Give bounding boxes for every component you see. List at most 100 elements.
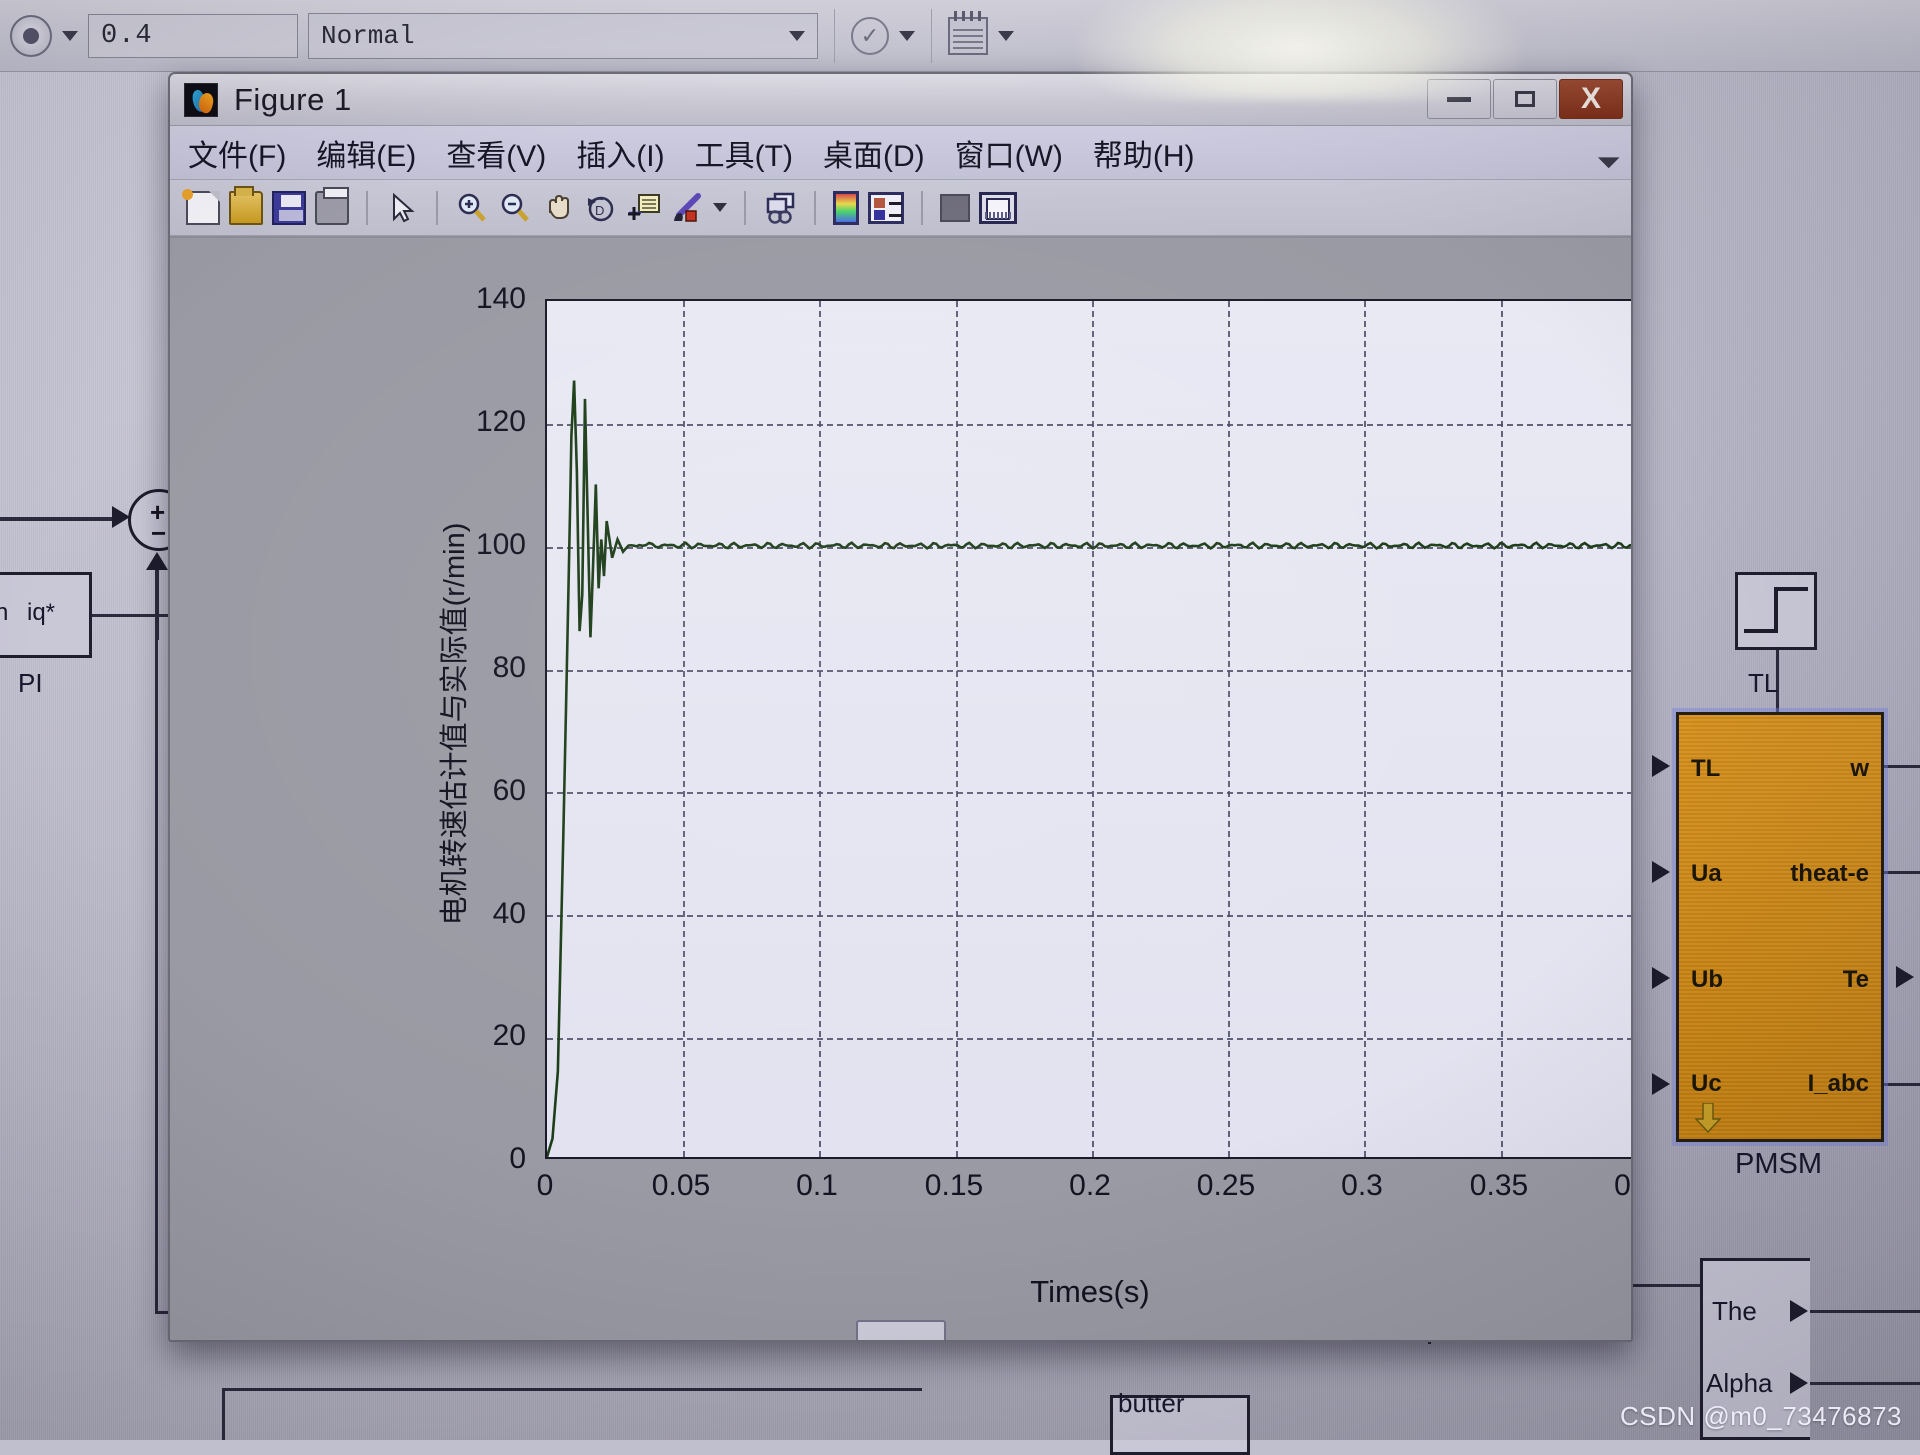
axes-container: 电机转速估计值与实际值(r/min) Times(s) 0 20 40 60 8… [200, 254, 1631, 1330]
zoom-in-icon[interactable] [455, 191, 489, 225]
watermark: CSDN @m0_73476873 [1619, 1401, 1902, 1431]
toolbar-divider-2 [931, 8, 932, 63]
menu-tools[interactable]: 工具(T) [695, 131, 793, 175]
wire-the [1810, 1310, 1920, 1313]
x-tick-0.2: 0.2 [1069, 1169, 1111, 1202]
wire-pmsm-iabc [1884, 1083, 1920, 1086]
menu-window[interactable]: 窗口(W) [955, 131, 1063, 175]
figure-canvas[interactable]: 电机转速估计值与实际值(r/min) Times(s) 0 20 40 60 8… [170, 238, 1631, 1340]
minimize-button[interactable] [1427, 79, 1491, 119]
pi-block-label: PI [18, 668, 43, 698]
figure-menubar[interactable]: 文件(F) 编辑(E) 查看(V) 插入(I) 工具(T) 桌面(D) 窗口(W… [170, 126, 1631, 180]
close-icon: X [1580, 82, 1601, 115]
x-tick-0.35: 0.35 [1469, 1169, 1529, 1202]
run-dropdown-icon[interactable] [62, 30, 78, 41]
data-cursor-icon[interactable] [627, 191, 661, 225]
check-dropdown-icon[interactable] [899, 30, 915, 41]
brush-icon[interactable] [670, 191, 704, 225]
colorbar-icon[interactable] [833, 190, 859, 225]
advisor-dropdown-icon[interactable] [998, 30, 1014, 41]
pmsm-out-theat-e: theat-e [1790, 860, 1869, 887]
menu-edit[interactable]: 编辑(E) [316, 131, 416, 175]
step-signal-icon [1744, 587, 1808, 633]
pan-icon[interactable] [541, 191, 575, 225]
simulation-mode-select[interactable]: Normal [308, 12, 818, 59]
menu-view[interactable]: 查看(V) [446, 131, 546, 175]
matlab-icon [184, 82, 218, 117]
run-button[interactable] [10, 14, 52, 57]
down-arrow-icon [1695, 1103, 1721, 1133]
x-tick-0.15: 0.15 [924, 1169, 984, 1202]
menu-insert[interactable]: 插入(I) [576, 131, 664, 175]
figure-titlebar[interactable]: Figure 1 X [170, 74, 1631, 126]
x-tick-0.4: 0.4 [1614, 1169, 1631, 1202]
toolbar-divider-4 [814, 190, 816, 225]
figure-window[interactable]: Figure 1 X 文件(F) 编辑(E) 查看(V) 插入(I) 工具(T)… [168, 72, 1633, 1342]
save-figure-icon[interactable] [272, 190, 306, 225]
close-button[interactable]: X [1559, 79, 1623, 119]
pi-port-in: En [0, 599, 9, 626]
print-figure-icon[interactable] [315, 186, 349, 225]
open-file-icon[interactable] [229, 185, 263, 225]
x-tick-0.3: 0.3 [1341, 1169, 1383, 1202]
wire-pmsm-w [1884, 765, 1920, 768]
observer-arrow-the [1790, 1300, 1808, 1322]
butter-block-label: butter [1118, 1388, 1185, 1418]
toolbar-divider-2 [436, 190, 438, 225]
y-tick-0: 0 [509, 1142, 526, 1175]
rotate-3d-icon[interactable]: D [584, 191, 618, 225]
stop-time-input[interactable]: 0.4 [88, 13, 298, 58]
figure-resize-grip[interactable] [855, 1320, 946, 1340]
pmsm-in-arrow-1 [1652, 755, 1670, 777]
menu-desktop[interactable]: 桌面(D) [823, 131, 925, 175]
maximize-icon [1515, 91, 1535, 107]
link-plot-icon[interactable] [763, 191, 797, 225]
y-tick-140: 140 [475, 282, 526, 315]
pmsm-out-iabc: I_abc [1807, 1070, 1869, 1097]
observer-in-the: The [1712, 1296, 1757, 1326]
brush-dropdown-icon[interactable] [713, 203, 727, 212]
new-figure-icon[interactable] [182, 188, 220, 225]
window-buttons[interactable]: X [1427, 79, 1623, 119]
plot-area[interactable] [545, 299, 1633, 1159]
menubar-expand-icon[interactable]: ◢ [1595, 142, 1624, 171]
toolbar-divider-3 [744, 190, 746, 225]
pmsm-in-arrow-2 [1652, 861, 1670, 883]
show-plot-tools-icon[interactable] [979, 191, 1017, 224]
legend-swatch-2 [874, 209, 885, 220]
simulink-toolbar[interactable]: 0.4 Normal ✓ [0, 0, 1920, 72]
figure-toolbar[interactable]: D [170, 180, 1631, 236]
y-tick-100: 100 [475, 528, 526, 561]
tl-block-label: TL [1748, 668, 1779, 698]
simulation-mode-value: Normal [321, 20, 415, 51]
toolbar-divider-5 [921, 190, 923, 225]
toolbar-divider-1 [366, 190, 368, 225]
menu-help[interactable]: 帮助(H) [1093, 131, 1195, 175]
check-circle-icon[interactable]: ✓ [851, 16, 889, 55]
y-tick-60: 60 [492, 774, 526, 807]
pmsm-in-ua: Ua [1691, 860, 1722, 887]
zoom-out-icon[interactable] [498, 191, 532, 225]
legend-icon[interactable] [868, 191, 904, 224]
pi-block[interactable]: En iq* [0, 572, 92, 658]
pmsm-in-uc: Uc [1691, 1070, 1722, 1097]
tl-step-block[interactable] [1735, 572, 1817, 650]
observer-arrow-alpha [1790, 1372, 1808, 1394]
y-axis-label: 电机转速估计值与实际值(r/min) [439, 522, 471, 926]
hide-plot-tools-icon[interactable] [940, 193, 970, 222]
wire-pmsm-theat [1884, 871, 1920, 874]
pmsm-block[interactable]: TL Ua Ub Uc w theat-e Te I_abc [1676, 712, 1884, 1142]
y-tick-120: 120 [475, 405, 526, 438]
maximize-button[interactable] [1493, 79, 1557, 119]
wire-arrow-feedback [146, 552, 168, 570]
wire-pmsm-te-arrow [1896, 966, 1914, 988]
y-tick-40: 40 [492, 897, 526, 930]
legend-line-1 [889, 201, 902, 205]
x-axis-label: Times(s) [1030, 1274, 1150, 1309]
pmsm-in-tl: TL [1691, 755, 1721, 782]
model-advisor-icon[interactable] [948, 10, 988, 55]
pmsm-in-arrow-3 [1652, 967, 1670, 989]
menu-file[interactable]: 文件(F) [188, 131, 286, 175]
speed-response-trace [547, 301, 1633, 1157]
pointer-icon[interactable] [385, 191, 419, 225]
